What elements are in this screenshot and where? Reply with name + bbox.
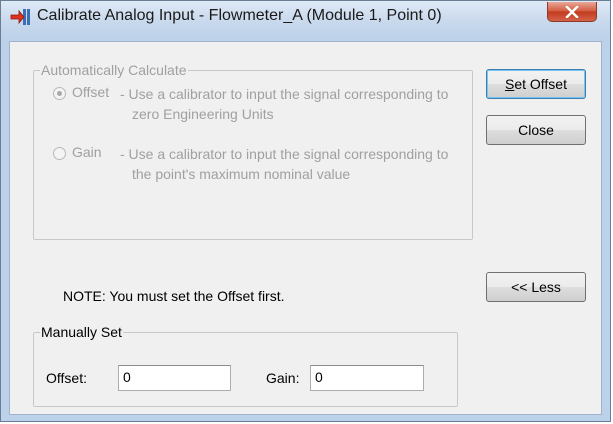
- gain-input[interactable]: 0: [310, 365, 424, 391]
- set-offset-button[interactable]: Set Offset: [486, 69, 586, 99]
- offset-note: NOTE: You must set the Offset first.: [63, 288, 285, 304]
- set-offset-label: Set Offset: [504, 76, 567, 92]
- window-close-button[interactable]: [547, 2, 597, 22]
- close-label: Close: [518, 122, 554, 138]
- dialog-client-area: Automatically Calculate Offset - Use a c…: [9, 41, 602, 415]
- auto-calculate-group: Automatically Calculate Offset - Use a c…: [33, 62, 473, 240]
- offset-radio-dot: [57, 91, 62, 96]
- less-button[interactable]: << Less: [486, 272, 586, 302]
- window-title: Calibrate Analog Input - Flowmeter_A (Mo…: [37, 7, 442, 24]
- less-label: << Less: [511, 279, 561, 295]
- gain-radio[interactable]: [53, 147, 66, 160]
- manual-set-legend: Manually Set: [40, 324, 123, 340]
- offset-option-label: Offset: [72, 84, 110, 100]
- title-bar[interactable]: Calibrate Analog Input - Flowmeter_A (Mo…: [1, 1, 610, 33]
- close-button[interactable]: Close: [486, 115, 586, 145]
- gain-option-label: Gain: [72, 144, 102, 160]
- calibrate-dialog: Calibrate Analog Input - Flowmeter_A (Mo…: [0, 0, 611, 422]
- calibrate-arrow-icon: [10, 9, 30, 25]
- offset-field-label: Offset:: [46, 370, 87, 386]
- gain-option-description: - Use a calibrator to input the signal c…: [120, 146, 449, 182]
- gain-field-label: Gain:: [266, 370, 300, 386]
- close-x-icon: [565, 5, 579, 18]
- manual-set-group: Manually Set Offset: 0 Gain: 0: [33, 324, 458, 407]
- offset-option-description: - Use a calibrator to input the signal c…: [120, 86, 449, 122]
- offset-input[interactable]: 0: [118, 365, 231, 391]
- auto-calculate-legend: Automatically Calculate: [40, 62, 188, 78]
- offset-radio[interactable]: [53, 87, 66, 100]
